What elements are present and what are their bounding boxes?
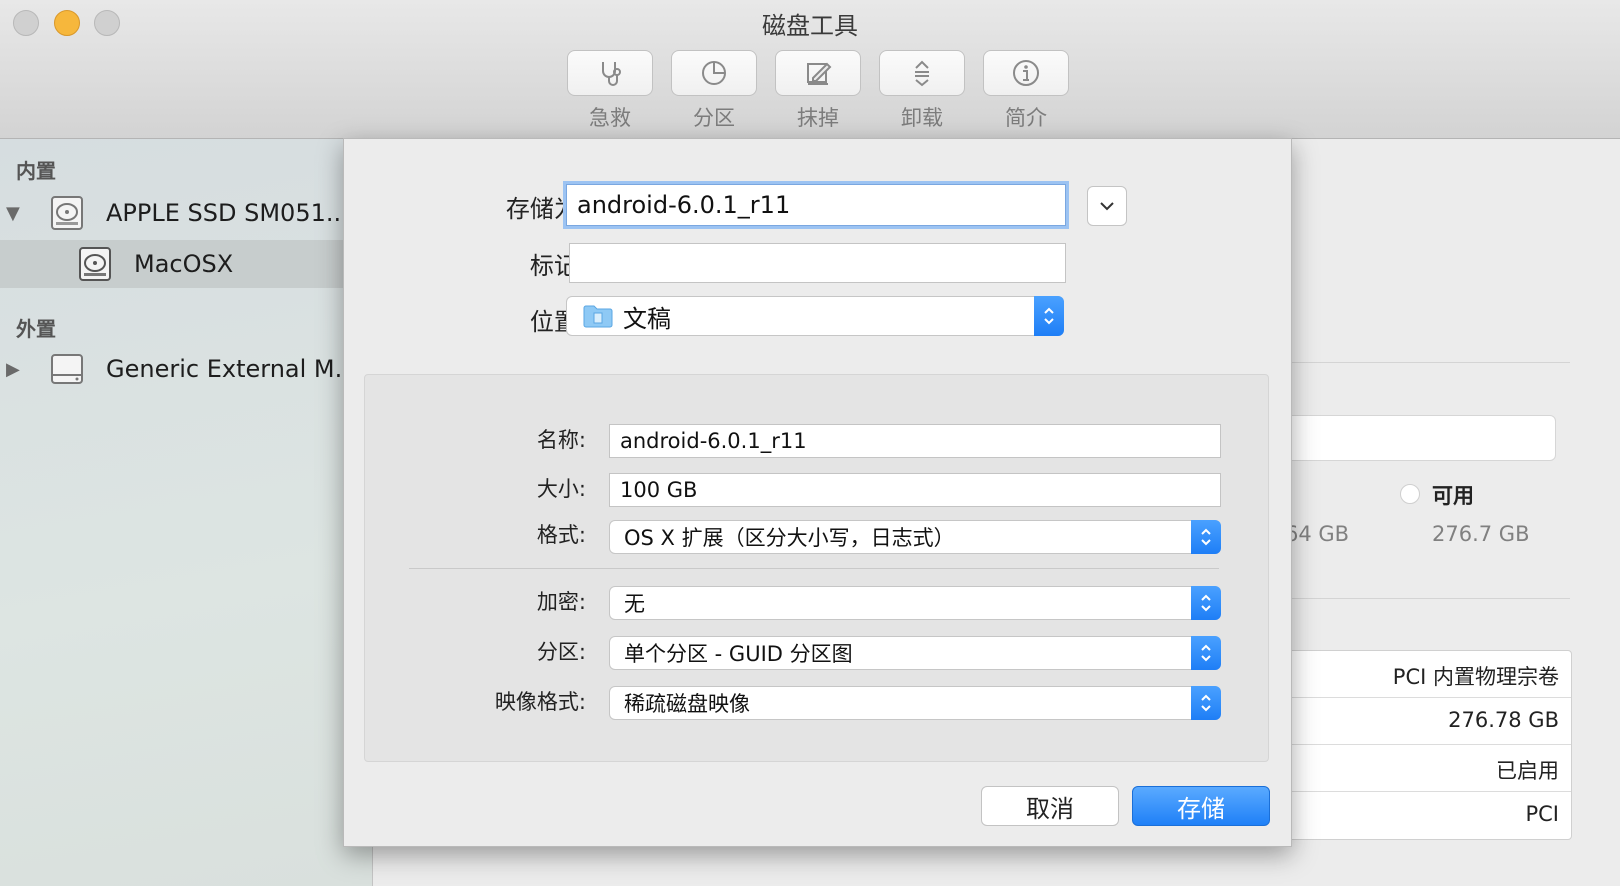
encryption-label: 加密:: [536, 590, 586, 614]
erase-button[interactable]: [775, 50, 861, 96]
up-down-chevron-icon: [1201, 594, 1211, 612]
volume-disk-icon: [79, 247, 111, 281]
chevron-down-icon: [1100, 202, 1114, 211]
sidebar-item-label: Generic External M...: [106, 355, 358, 383]
toolbar-partition[interactable]: 分区: [671, 50, 757, 132]
partition-value: 单个分区 - GUID 分区图: [624, 642, 853, 666]
location-value: 文稿: [623, 304, 671, 333]
window-title: 磁盘工具: [762, 12, 858, 40]
location-popup[interactable]: 文稿: [566, 296, 1064, 336]
first-aid-button[interactable]: [567, 50, 653, 96]
partition-stepper: [1191, 636, 1221, 670]
image-format-popup[interactable]: 稀疏磁盘映像: [609, 686, 1221, 720]
name-field[interactable]: [609, 424, 1221, 458]
save-as-label: 存储为:: [505, 195, 586, 223]
stethoscope-icon: [602, 62, 621, 86]
sidebar-item-internal-disk[interactable]: ▼ APPLE SSD SM051...: [0, 189, 372, 237]
unmount-icon: [915, 60, 929, 87]
table-cell: 276.78 GB: [1448, 708, 1559, 732]
toolbar-label: 分区: [693, 106, 735, 130]
available-swatch: [1400, 484, 1420, 504]
folder-icon: [583, 305, 613, 328]
title-bar: 磁盘工具 急救 分区 抹掉 卸载 简介: [0, 0, 1620, 139]
image-format-value: 稀疏磁盘映像: [624, 692, 750, 716]
external-disk-icon: [51, 354, 83, 384]
options-divider: [409, 568, 1219, 569]
image-format-label: 映像格式:: [494, 690, 586, 714]
tags-field[interactable]: [569, 243, 1066, 283]
toolbar-label: 抹掉: [797, 106, 839, 130]
sidebar-internal-header: 内置: [16, 159, 56, 183]
available-label: 可用: [1432, 484, 1474, 508]
used-value: 64 GB: [1285, 522, 1350, 546]
sidebar-item-label: MacOSX: [134, 250, 234, 278]
encryption-popup[interactable]: 无: [609, 586, 1221, 620]
internal-disk-icon: [51, 196, 83, 230]
table-cell: 已启用: [1496, 759, 1559, 783]
sidebar-item-macosx[interactable]: MacOSX: [0, 240, 372, 288]
name-label: 名称:: [536, 428, 586, 452]
partition-popup[interactable]: 单个分区 - GUID 分区图: [609, 636, 1221, 670]
expand-dialog-button[interactable]: [1087, 186, 1127, 226]
info-icon: [1013, 60, 1039, 86]
partition-button[interactable]: [671, 50, 757, 96]
table-cell: PCI: [1525, 802, 1559, 826]
location-label: 位置:: [529, 308, 586, 336]
sidebar-item-label: APPLE SSD SM051...: [106, 199, 349, 227]
up-down-chevron-icon: [1201, 528, 1211, 546]
toolbar-label: 卸载: [901, 106, 943, 130]
size-label: 大小:: [536, 477, 586, 501]
format-value: OS X 扩展（区分大小写，日志式）: [624, 526, 955, 550]
image-format-stepper: [1191, 686, 1221, 720]
disclosure-open-icon[interactable]: ▼: [6, 203, 20, 224]
format-label: 格式:: [536, 523, 586, 547]
disclosure-closed-icon[interactable]: ▶: [6, 359, 20, 380]
save-button[interactable]: 存储: [1132, 786, 1270, 826]
tags-label: 标记:: [529, 252, 586, 280]
encryption-value: 无: [624, 592, 645, 616]
partition-label: 分区:: [536, 640, 586, 664]
up-down-chevron-icon: [1201, 694, 1211, 712]
available-value: 276.7 GB: [1432, 522, 1530, 546]
erase-pencil-icon: [807, 62, 832, 85]
up-down-chevron-icon: [1044, 307, 1054, 325]
toolbar-label: 急救: [589, 106, 631, 130]
unmount-button[interactable]: [879, 50, 965, 96]
toolbar-info[interactable]: 简介: [983, 50, 1069, 132]
format-stepper: [1191, 520, 1221, 554]
toolbar-unmount[interactable]: 卸载: [879, 50, 965, 132]
table-cell: PCI 内置物理宗卷: [1392, 665, 1559, 689]
encryption-stepper: [1191, 586, 1221, 620]
save-dialog: 存储为: 标记: 位置: 文稿 名称: 大小: 格式: OS X 扩展（区分大小…: [343, 138, 1292, 847]
toolbar-erase[interactable]: 抹掉: [775, 50, 861, 132]
cancel-button[interactable]: 取消: [981, 786, 1119, 826]
sidebar-item-external-disk[interactable]: ▶ Generic External M...: [0, 345, 372, 393]
format-popup[interactable]: OS X 扩展（区分大小写，日志式）: [609, 520, 1221, 554]
location-stepper: [1034, 296, 1064, 336]
divider: [1290, 362, 1570, 363]
toolbar-label: 简介: [1005, 106, 1047, 130]
sidebar-external-header: 外置: [16, 317, 56, 341]
size-field[interactable]: [609, 473, 1221, 507]
toolbar-first-aid[interactable]: 急救: [567, 50, 653, 132]
info-button[interactable]: [983, 50, 1069, 96]
partition-pie-icon: [702, 61, 726, 85]
divider: [1290, 598, 1570, 599]
save-as-field[interactable]: [566, 184, 1066, 226]
sidebar: 内置 ▼ APPLE SSD SM051... MacOSX 外置 ▶ Gene…: [0, 139, 373, 886]
up-down-chevron-icon: [1201, 644, 1211, 662]
